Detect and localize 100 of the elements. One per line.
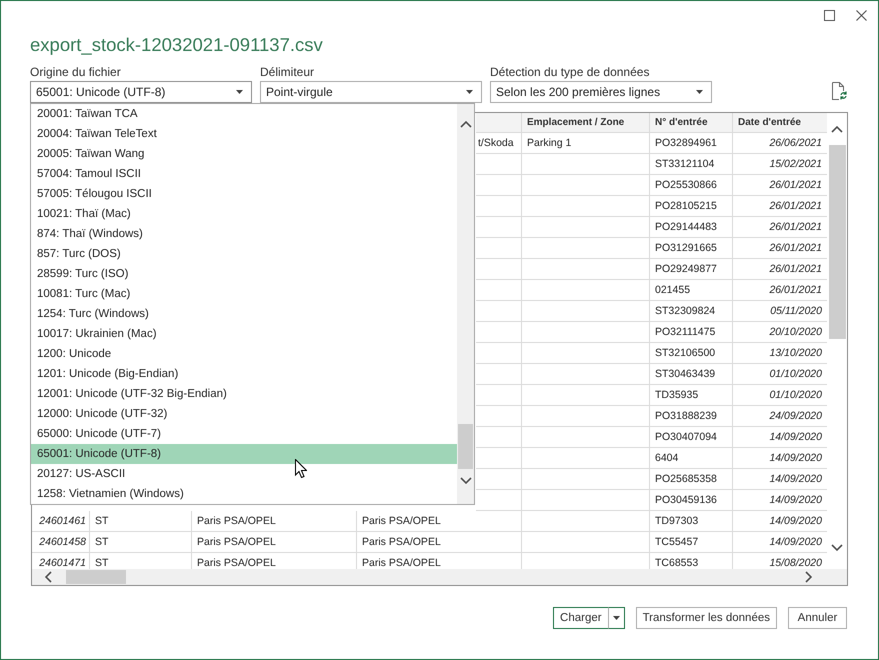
table-cell — [476, 469, 522, 490]
close-icon[interactable] — [856, 10, 867, 20]
list-option[interactable]: 65000: Unicode (UTF-7) — [31, 424, 457, 444]
dropdown[interactable]: 65001: Unicode (UTF-8) — [30, 81, 252, 103]
chevron-down-icon[interactable] — [460, 476, 472, 484]
list-option[interactable]: 1200: Unicode — [31, 344, 457, 364]
list-option[interactable]: 57005: Télougou ISCII — [31, 184, 457, 204]
chevron-down-icon[interactable] — [831, 544, 844, 550]
dialog-button[interactable]: Annuler — [788, 607, 847, 629]
table-cell: 24601458 — [32, 532, 90, 553]
table-cell: Paris PSA/OPEL — [357, 532, 522, 553]
table-cell: Paris PSA/OPEL — [357, 511, 522, 532]
horizontal-scrollbar[interactable] — [32, 569, 847, 585]
dropdown[interactable]: Selon les 200 premières lignes — [490, 81, 712, 103]
table-cell: PO29249877 — [650, 259, 733, 280]
list-option[interactable]: 65001: Unicode (UTF-8) — [31, 444, 457, 464]
caret-down-icon — [236, 90, 243, 94]
table-cell: ST — [90, 532, 192, 553]
list-option[interactable]: 10017: Ukrainien (Mac) — [31, 324, 457, 344]
load-button[interactable]: Charger — [553, 607, 608, 629]
table-cell: t/Skoda — [476, 133, 522, 154]
caret-down-icon — [696, 90, 703, 94]
table-cell: PO30459136 — [650, 490, 733, 511]
table-cell: ST33121104 — [650, 154, 733, 175]
table-cell: PO28105215 — [650, 196, 733, 217]
table-cell: ST30463439 — [650, 364, 733, 385]
dialog-button[interactable]: Transformer les données — [636, 607, 777, 629]
list-option[interactable]: 10021: Thaï (Mac) — [31, 204, 457, 224]
table-cell: PO31888239 — [650, 406, 733, 427]
table-cell — [476, 448, 522, 469]
scrollbar-thumb[interactable] — [828, 145, 846, 339]
list-option[interactable]: 1254: Turc (Windows) — [31, 304, 457, 324]
table-cell: 6404 — [650, 448, 733, 469]
table-cell — [476, 385, 522, 406]
table-cell: TD97303 — [650, 511, 733, 532]
field-label: Détection du type de données — [490, 64, 650, 80]
chevron-up-icon[interactable] — [460, 120, 472, 128]
table-cell — [476, 259, 522, 280]
column-header: Emplacement / Zone — [522, 113, 650, 133]
chevron-right-icon[interactable] — [804, 571, 812, 583]
table-cell: PO25685358 — [650, 469, 733, 490]
table-cell — [476, 280, 522, 301]
list-option[interactable]: 57004: Tamoul ISCII — [31, 164, 457, 184]
list-option[interactable]: 28599: Turc (ISO) — [31, 264, 457, 284]
table-cell — [476, 322, 522, 343]
list-option[interactable]: 1201: Unicode (Big-Endian) — [31, 364, 457, 384]
chevron-up-icon[interactable] — [831, 126, 844, 132]
table-cell — [476, 217, 522, 238]
table-cell: PO31291665 — [650, 238, 733, 259]
table-cell: Paris PSA/OPEL — [192, 532, 357, 553]
table-cell — [476, 427, 522, 448]
list-option[interactable]: 12001: Unicode (UTF-32 Big-Endian) — [31, 384, 457, 404]
table-cell: 24601461 — [32, 511, 90, 532]
table-cell — [476, 154, 522, 175]
maximize-icon[interactable] — [824, 10, 835, 20]
caret-down-icon — [466, 90, 473, 94]
list-option[interactable]: 20005: Taïwan Wang — [31, 144, 457, 164]
table-cell: ST32309824 — [650, 301, 733, 322]
list-option[interactable]: 12000: Unicode (UTF-32) — [31, 404, 457, 424]
table-cell: PO32894961 — [650, 133, 733, 154]
list-scrollbar[interactable] — [457, 104, 474, 504]
scrollbar-thumb[interactable] — [458, 424, 473, 469]
table-cell — [476, 301, 522, 322]
column-header: Date d'entrée — [733, 113, 828, 133]
table-cell — [476, 238, 522, 259]
table-cell — [476, 343, 522, 364]
table-cell: PO25530866 — [650, 175, 733, 196]
column-header: N° d'entrée — [650, 113, 733, 133]
table-cell — [476, 406, 522, 427]
table-cell: TD35935 — [650, 385, 733, 406]
window-title: export_stock-12032021-091137.csv — [30, 33, 323, 57]
table-cell — [476, 196, 522, 217]
list-option[interactable]: 857: Turc (DOS) — [31, 244, 457, 264]
table-cell: PO32111475 — [650, 322, 733, 343]
list-option[interactable]: 10081: Turc (Mac) — [31, 284, 457, 304]
list-option[interactable]: 874: Thaï (Windows) — [31, 224, 457, 244]
chevron-left-icon[interactable] — [44, 571, 52, 583]
table-cell: PO30407094 — [650, 427, 733, 448]
table-cell — [476, 364, 522, 385]
table-cell: ST32106500 — [650, 343, 733, 364]
table-cell: Parking 1 — [522, 133, 650, 154]
table-cell: 021455 — [650, 280, 733, 301]
table-cell: Paris PSA/OPEL — [192, 511, 357, 532]
dropdown[interactable]: Point-virgule — [260, 81, 482, 103]
list-option[interactable]: 1258: Vietnamien (Windows) — [31, 484, 457, 504]
field-label: Origine du fichier — [30, 64, 121, 80]
list-option[interactable]: 20001: Taïwan TCA — [31, 104, 457, 124]
table-cell — [476, 490, 522, 511]
scrollbar-thumb[interactable] — [66, 570, 126, 584]
split-arrow-button[interactable] — [608, 607, 625, 629]
field-label: Délimiteur — [260, 64, 314, 80]
list-option[interactable]: 20004: Taïwan TeleText — [31, 124, 457, 144]
list-option[interactable]: 20127: US-ASCII — [31, 464, 457, 484]
caret-down-icon — [612, 616, 620, 620]
table-cell: ST — [90, 511, 192, 532]
document-refresh-icon[interactable] — [831, 82, 847, 100]
table-cell: TC55457 — [650, 532, 733, 553]
mouse-pointer-icon — [295, 459, 307, 478]
table-cell — [476, 175, 522, 196]
table-cell: PO29144483 — [650, 217, 733, 238]
